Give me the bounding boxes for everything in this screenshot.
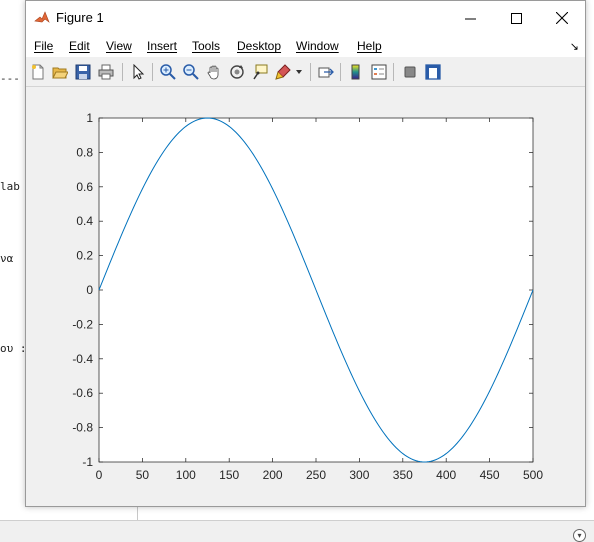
- x-tick-label: 450: [480, 468, 500, 482]
- matlab-logo-icon: [34, 10, 50, 26]
- maximize-button[interactable]: [493, 1, 539, 35]
- menu-insert[interactable]: Insert: [147, 39, 177, 53]
- y-tick-label: -0.2: [72, 317, 93, 331]
- x-tick-label: 0: [96, 468, 103, 482]
- menu-edit[interactable]: Edit: [69, 39, 90, 53]
- save-icon[interactable]: [73, 62, 93, 82]
- scroll-down-icon[interactable]: ▾: [573, 529, 586, 542]
- y-tick-label: 0.4: [76, 214, 93, 228]
- zoom-in-icon[interactable]: [158, 62, 178, 82]
- y-tick-label: -0.8: [72, 421, 93, 435]
- line-plot[interactable]: 0 50 100 150 200 250 300 350 400 450 500 1 0.8 0.6 0.…: [26, 87, 585, 506]
- y-tick-label: 0.2: [76, 249, 93, 263]
- data-cursor-icon[interactable]: [250, 62, 270, 82]
- editor-text-line: ου :: [0, 342, 27, 355]
- rotate-3d-icon[interactable]: [227, 62, 247, 82]
- editor-status-bar: [0, 520, 594, 542]
- toolbar-separator: [122, 63, 123, 81]
- open-file-icon[interactable]: [50, 62, 70, 82]
- y-tick-label: 0: [86, 283, 93, 297]
- minimize-icon: [464, 18, 476, 19]
- menu-view[interactable]: View: [106, 39, 132, 53]
- editor-text-line: ---: [0, 72, 20, 85]
- hide-plot-tools-icon[interactable]: [400, 62, 420, 82]
- menu-tools[interactable]: Tools: [192, 39, 220, 53]
- print-icon[interactable]: [96, 62, 116, 82]
- toolbar-separator: [340, 63, 341, 81]
- x-tick-label: 350: [393, 468, 413, 482]
- edit-plot-icon[interactable]: [128, 62, 148, 82]
- y-tick-label: -0.4: [72, 352, 93, 366]
- minimize-button[interactable]: [447, 1, 493, 35]
- toolbar-separator: [152, 63, 153, 81]
- brush-dropdown-icon[interactable]: [294, 62, 304, 82]
- toolbar-separator: [393, 63, 394, 81]
- close-button[interactable]: [539, 1, 585, 35]
- y-tick-label: -1: [82, 455, 93, 469]
- menu-help[interactable]: Help: [357, 39, 382, 53]
- y-tick-label: 0.6: [76, 180, 93, 194]
- x-tick-label: 500: [523, 468, 543, 482]
- x-tick-label: 100: [176, 468, 196, 482]
- x-tick-label: 200: [263, 468, 283, 482]
- x-tick-label: 150: [219, 468, 239, 482]
- zoom-out-icon[interactable]: [181, 62, 201, 82]
- title-bar[interactable]: Figure 1: [26, 1, 585, 35]
- dock-arrow-icon[interactable]: ↘: [570, 40, 579, 53]
- toolbar-separator: [310, 63, 311, 81]
- window-title: Figure 1: [56, 10, 104, 25]
- pan-icon[interactable]: [204, 62, 224, 82]
- x-tick-label: 400: [436, 468, 456, 482]
- legend-icon[interactable]: [369, 62, 389, 82]
- x-tick-label: 300: [349, 468, 369, 482]
- brush-icon[interactable]: [273, 62, 293, 82]
- menu-file[interactable]: File: [34, 39, 53, 53]
- y-tick-label: 0.8: [76, 145, 93, 159]
- y-tick-label: -0.6: [72, 386, 93, 400]
- show-plot-tools-icon[interactable]: [423, 62, 443, 82]
- menu-window[interactable]: Window: [296, 39, 339, 53]
- close-icon: [556, 12, 568, 24]
- menu-bar: File Edit View Insert Tools Desktop Wind…: [26, 35, 585, 57]
- y-tick-label: 1: [86, 111, 93, 125]
- figure-toolbar: [26, 58, 585, 87]
- maximize-icon: [510, 12, 522, 24]
- editor-text-line: να: [0, 252, 14, 265]
- colorbar-icon[interactable]: [346, 62, 366, 82]
- x-tick-label: 250: [306, 468, 326, 482]
- link-plot-icon[interactable]: [316, 62, 336, 82]
- new-figure-icon[interactable]: [28, 62, 48, 82]
- menu-desktop[interactable]: Desktop: [237, 39, 281, 53]
- x-tick-label: 50: [136, 468, 150, 482]
- editor-text-line: lab: [0, 180, 20, 193]
- figure-canvas[interactable]: 0 50 100 150 200 250 300 350 400 450 500 1 0.8 0.6 0.…: [26, 87, 585, 506]
- figure-window: Figure 1 File Edit View Insert Tools Des…: [25, 0, 586, 507]
